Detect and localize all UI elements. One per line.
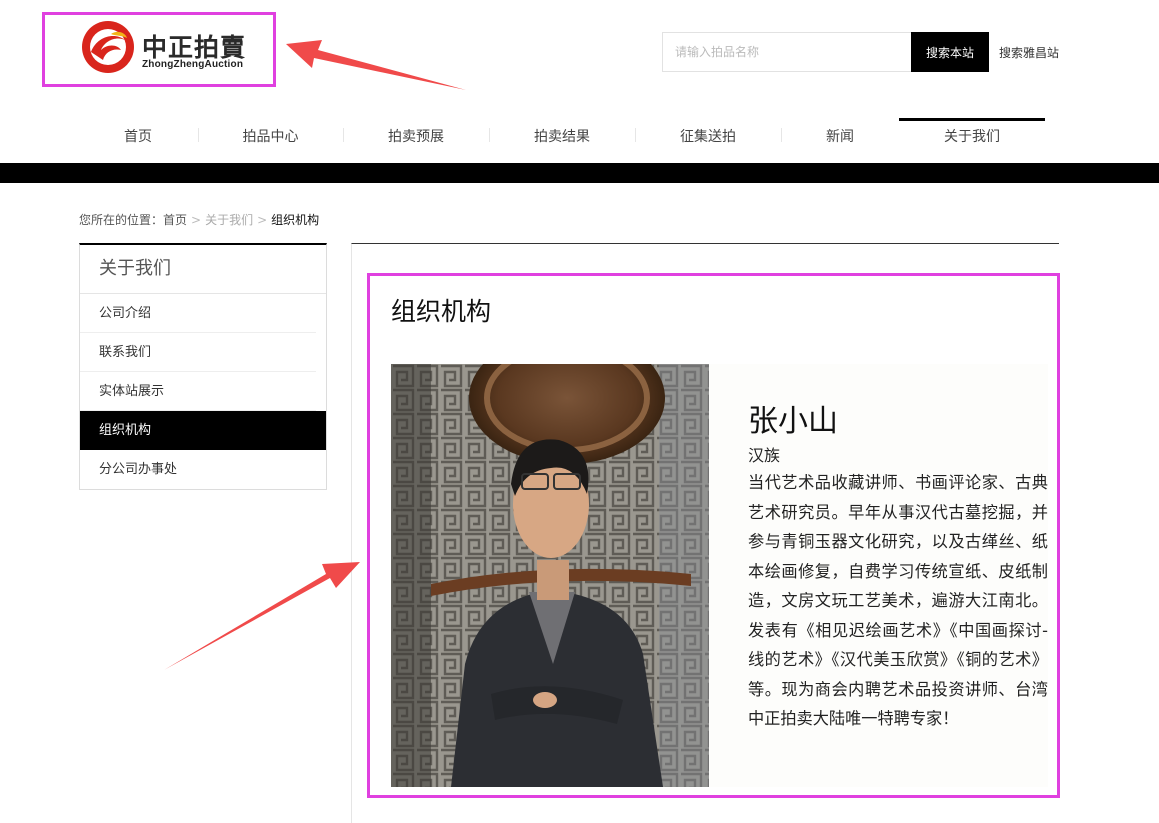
portrait-image — [391, 364, 709, 787]
profile-card: 张小山 汉族 当代艺术品收藏讲师、书画评论家、古典艺术研究员。早年从事汉代古墓挖… — [391, 364, 1048, 787]
breadcrumb-separator: > — [191, 213, 202, 227]
header-band — [0, 163, 1159, 183]
nav-item-lots[interactable]: 拍品中心 — [198, 118, 343, 158]
sidebar-item-contact[interactable]: 联系我们 — [80, 333, 316, 372]
arrow-icon — [164, 562, 360, 670]
logo-annotation-box: 中正拍賣 ZhongZhengAuction — [42, 12, 276, 87]
person-name: 张小山 — [748, 404, 838, 439]
search-site-button[interactable]: 搜索本站 — [911, 32, 989, 72]
person-ethnicity: 汉族 — [748, 446, 781, 465]
nav-item-home[interactable]: 首页 — [78, 118, 198, 158]
nav-item-about[interactable]: 关于我们 — [899, 118, 1045, 158]
logo-emblem-icon — [82, 21, 134, 73]
breadcrumb-separator: > — [257, 213, 268, 227]
search-input[interactable] — [662, 32, 912, 72]
breadcrumb-section-link[interactable]: 关于我们 — [205, 213, 253, 227]
sidebar-item-company-intro[interactable]: 公司介绍 — [80, 294, 316, 333]
search-artron-link[interactable]: 搜索雅昌站 — [999, 44, 1059, 61]
breadcrumb-current: 组织机构 — [271, 213, 320, 227]
nav-item-results[interactable]: 拍卖结果 — [489, 118, 635, 158]
arrow-icon — [286, 40, 466, 90]
nav-item-consign[interactable]: 征集送拍 — [635, 118, 781, 158]
person-bio: 当代艺术品收藏讲师、书画评论家、古典艺术研究员。早年从事汉代古墓挖掘，并参与青铜… — [748, 473, 1048, 728]
nav-item-news[interactable]: 新闻 — [781, 118, 899, 158]
breadcrumb-prefix: 您所在的位置： — [79, 213, 164, 227]
profile-photo — [391, 364, 709, 787]
sidebar-item-showroom[interactable]: 实体站展示 — [80, 372, 316, 411]
breadcrumb: 您所在的位置：首页 > 关于我们 > 组织机构 — [79, 211, 319, 228]
sidebar-item-organization[interactable]: 组织机构 — [80, 411, 326, 450]
breadcrumb-home-link[interactable]: 首页 — [163, 213, 187, 227]
logo-subtext: ZhongZhengAuction — [142, 59, 244, 70]
page-title: 组织机构 — [391, 297, 492, 326]
main-nav: 首页 拍品中心 拍卖预展 拍卖结果 征集送拍 新闻 关于我们 — [78, 118, 1058, 158]
sidebar-title: 关于我们 — [80, 245, 326, 294]
nav-item-preview[interactable]: 拍卖预展 — [343, 118, 489, 158]
sidebar: 关于我们 公司介绍 联系我们 实体站展示 组织机构 分公司办事处 — [79, 243, 327, 490]
sidebar-item-branches[interactable]: 分公司办事处 — [80, 450, 316, 489]
